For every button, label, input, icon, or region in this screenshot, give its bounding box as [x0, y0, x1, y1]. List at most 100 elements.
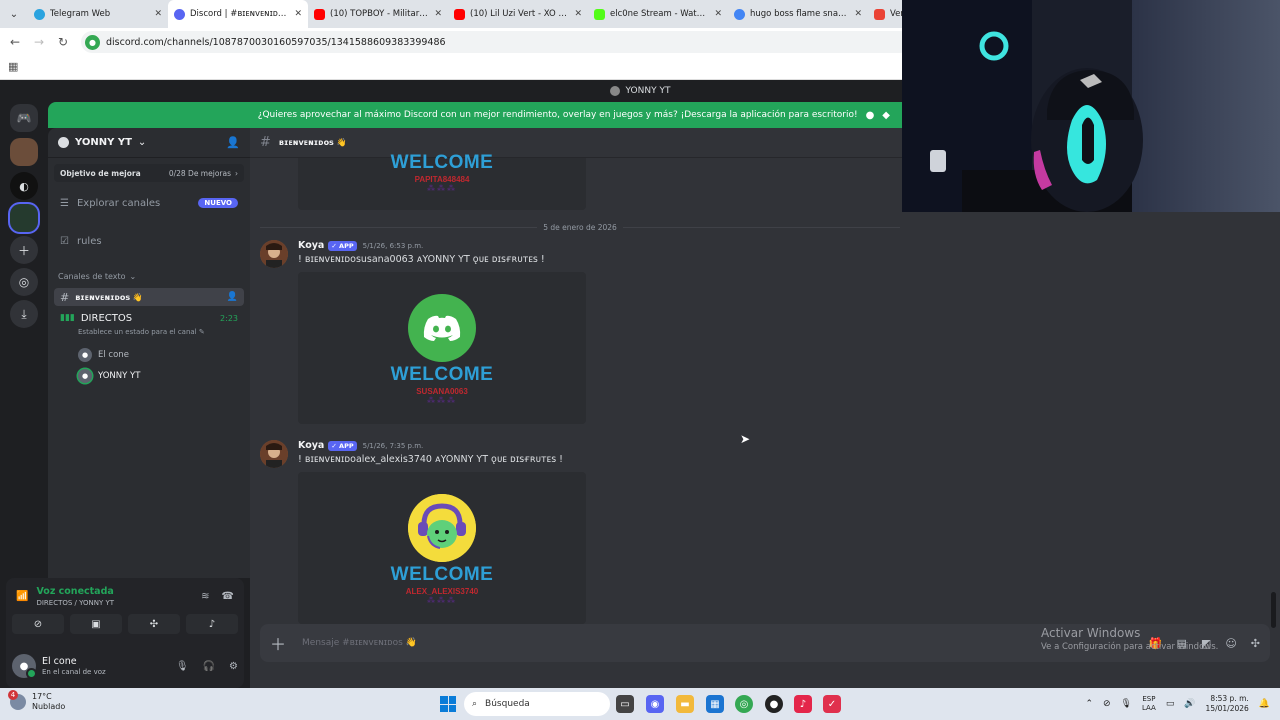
headphones-icon[interactable]: 🎧 [203, 661, 215, 672]
server-header[interactable]: YONNY YT ⌄ 👤 [48, 128, 250, 158]
microphone-icon[interactable]: 🎙 [176, 661, 189, 672]
message-author[interactable]: Koya [298, 240, 324, 251]
paw-dots: ⁂⁂⁂ [427, 396, 457, 405]
camera-off-button[interactable]: ⊘ [12, 614, 64, 634]
message-text: ! ʙɪᴇɴᴠᴇɴɪᴅᴏalex_alexis3740 ᴀYONNY YT ǫᴜ… [298, 454, 563, 465]
category-text-channels[interactable]: Canales de texto ⌄ [48, 268, 250, 284]
noise-suppression-icon[interactable]: ≋ [201, 591, 209, 602]
channel-rules[interactable]: ☑ rules [48, 226, 250, 256]
voice-channel-directos[interactable]: ▮▮▮ DIRECTOS 2:23 [54, 308, 244, 328]
tab-google[interactable]: hugo boss flame snapbac ✕ [728, 0, 868, 28]
chevron-up-icon[interactable]: ⌃ [1085, 699, 1093, 709]
server-avatar-icon [609, 86, 620, 96]
forward-icon[interactable]: → [27, 35, 51, 49]
weather-temp: 17°C [32, 692, 52, 701]
welcome-embed[interactable]: WELCOME PAPITA848484 ⁂⁂⁂ [298, 152, 586, 210]
message-timestamp: 5/1/26, 6:53 p.m. [362, 241, 424, 250]
voice-status[interactable]: Establece un estado para el canal ✎ [48, 328, 250, 340]
taskbar-search[interactable]: ⌕ Búsqueda [464, 692, 610, 716]
notifications-icon[interactable]: 🔔 [1259, 699, 1270, 709]
signal-icon[interactable]: 📶 [16, 591, 28, 602]
mic-indicator-icon[interactable]: ● [85, 34, 100, 50]
close-icon[interactable]: ✕ [714, 9, 722, 19]
composer-placeholder[interactable]: Mensaje #ʙɪᴇɴᴠᴇɴɪᴅᴏs 👋 [302, 638, 417, 648]
display-icon[interactable]: ▭ [1166, 699, 1175, 709]
download-icon[interactable]: ⤓ [10, 300, 38, 328]
invite-icon[interactable]: 👤 [227, 292, 238, 302]
channel-bienvenidos[interactable]: # ʙɪᴇɴᴠᴇɴɪᴅᴏs 👋 👤 [54, 288, 244, 306]
close-icon[interactable]: ✕ [294, 9, 302, 19]
voice-user-name: YONNY YT [98, 370, 141, 381]
emoji-icon[interactable]: ☺ [1225, 637, 1236, 650]
avatar[interactable]: ● [12, 654, 37, 679]
tab-discord[interactable]: Discord | #ʙɪᴇɴᴠᴇɴɪᴅᴏs👋 ✕ [168, 0, 308, 28]
avatar[interactable] [260, 440, 288, 468]
voice-connected-subtitle[interactable]: DIRECTOS / YONNY YT [36, 599, 114, 607]
chrome-icon[interactable]: ◎ [735, 695, 753, 713]
file-explorer-icon[interactable]: ▬ [676, 695, 694, 713]
store-icon[interactable]: ▦ [706, 695, 724, 713]
tab-youtube-topboy[interactable]: (10) TOPBOY - Militar (Vid ✕ [308, 0, 448, 28]
windows-start-icon[interactable] [440, 696, 456, 712]
welcome-embed[interactable]: WELCOME ALEX_ALEXIS3740 ⁂⁂⁂ [298, 472, 586, 624]
close-icon[interactable]: ✕ [854, 9, 862, 19]
reload-icon[interactable]: ↻ [51, 35, 75, 49]
user-info[interactable]: El cone En el canal de voz [42, 656, 106, 676]
close-icon[interactable]: ✕ [434, 9, 442, 19]
clock-date: 15/01/2026 [1205, 704, 1249, 713]
explore-channels[interactable]: ☰ Explorar canales NUEVO [48, 188, 250, 218]
capcut-icon[interactable]: ✓ [823, 695, 841, 713]
explore-icon[interactable]: ◎ [10, 268, 38, 296]
weather-widget[interactable]: 4 17°C Nublado [8, 690, 65, 712]
close-icon[interactable]: ✕ [154, 9, 162, 19]
welcome-name: PAPITA848484 [414, 175, 470, 184]
download-app-banner[interactable]: ¿Quieres aprovechar al máximo Discord co… [48, 102, 902, 128]
gear-icon[interactable]: ⚙ [229, 661, 238, 672]
close-icon[interactable]: ✕ [574, 9, 582, 19]
apps-icon[interactable]: ✣ [1251, 637, 1260, 650]
voice-status-text: Establece un estado para el canal [78, 328, 197, 336]
apps-grid-icon[interactable]: ▦ [8, 60, 18, 73]
soundboard-button[interactable]: ♪ [186, 614, 238, 634]
watermark-line2: Ve a Configuración para activar Windows. [1041, 642, 1219, 652]
explore-label: Explorar canales [76, 197, 161, 209]
tab-kick[interactable]: elc0ne Stream - Watch Li ✕ [588, 0, 728, 28]
channel-header-title: ʙɪᴇɴᴠᴇɴɪᴅᴏs 👋 [278, 138, 347, 147]
scrollbar[interactable] [1271, 592, 1276, 628]
discord-taskbar-icon[interactable]: ◉ [646, 695, 664, 713]
task-view-icon[interactable]: ▭ [616, 695, 634, 713]
voice-user[interactable]: ● YONNY YT [48, 365, 250, 386]
plus-icon[interactable]: ＋ [270, 631, 286, 655]
obs-icon[interactable]: ● [765, 695, 783, 713]
clock[interactable]: 8:53 p. m. 15/01/2026 [1206, 694, 1249, 714]
activities-button[interactable]: ✣ [128, 614, 180, 634]
avatar[interactable] [260, 240, 288, 268]
disconnect-icon[interactable]: ☎ [222, 591, 234, 602]
system-tray: ⌃ ⊘ 🎙 ESP LAA ▭ 🔊 8:53 p. m. 15/01/2026 … [1085, 688, 1270, 720]
microphone-icon[interactable]: 🎙 [1121, 699, 1132, 709]
voice-connected-panel: 📶 Voz conectada DIRECTOS / YONNY YT ≋ ☎ … [6, 578, 244, 688]
boost-goal[interactable]: Objetivo de mejora 0/28 De mejoras › [54, 164, 244, 182]
language-indicator[interactable]: ESP LAA [1142, 695, 1156, 713]
server-icon[interactable]: ◐ [10, 172, 38, 200]
tiktok-icon[interactable]: ♪ [794, 695, 812, 713]
message-author[interactable]: Koya [298, 440, 324, 451]
tab-telegram[interactable]: Telegram Web ✕ [28, 0, 168, 28]
discord-home-icon[interactable]: 🎮 [10, 104, 38, 132]
server-icon[interactable] [10, 138, 38, 166]
search-label: Búsqueda [485, 699, 530, 709]
welcome-embed[interactable]: WELCOME SUSANA0063 ⁂⁂⁂ [298, 272, 586, 424]
screen-share-button[interactable]: ▣ [70, 614, 122, 634]
voice-channel-label: DIRECTOS [80, 312, 133, 324]
tab-youtube-uzi[interactable]: (10) Lil Uzi Vert - XO Tour ✕ [448, 0, 588, 28]
voice-user[interactable]: ● El cone [48, 344, 250, 365]
server-icon[interactable] [10, 204, 38, 232]
back-icon[interactable]: ← [3, 35, 27, 49]
tab-search-icon[interactable]: ⌄ [0, 0, 28, 28]
network-off-icon[interactable]: ⊘ [1103, 699, 1111, 709]
youtube-icon [314, 8, 325, 20]
add-server-icon[interactable]: ＋ [10, 236, 38, 264]
add-member-icon[interactable]: 👤 [226, 136, 240, 149]
volume-icon[interactable]: 🔊 [1184, 699, 1195, 709]
url-field[interactable]: ● discord.com/channels/10878700301605970… [81, 31, 911, 53]
